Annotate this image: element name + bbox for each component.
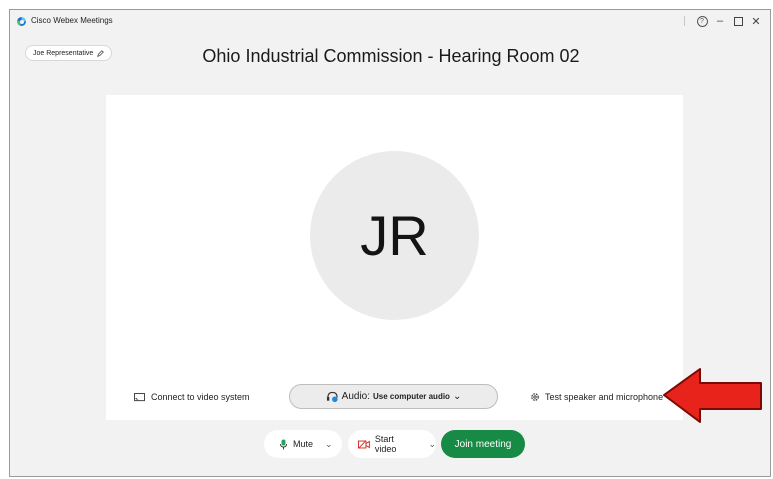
- mute-label: Mute: [293, 439, 314, 449]
- webex-window: Cisco Webex Meetings ? – ✕ Joe Represent…: [9, 9, 771, 477]
- maximize-icon: [733, 16, 743, 26]
- video-off-icon: [358, 439, 370, 449]
- gear-icon: [531, 393, 539, 401]
- mute-button[interactable]: Mute ⌄: [264, 430, 342, 458]
- avatar-initials: JR: [360, 204, 429, 267]
- help-button[interactable]: ?: [693, 13, 711, 29]
- cast-icon: [134, 392, 145, 401]
- meeting-title: Ohio Industrial Commission - Hearing Roo…: [202, 46, 580, 66]
- window-controls: ? – ✕: [684, 13, 765, 29]
- title-separator: [684, 16, 685, 26]
- connect-video-system-button[interactable]: Connect to video system: [134, 392, 250, 402]
- test-speaker-mic-button[interactable]: Test speaker and microphone: [530, 392, 663, 402]
- audio-prefix: Audio:: [341, 391, 371, 402]
- mute-options-chevron-icon[interactable]: ⌄: [325, 439, 333, 450]
- chevron-down-icon: ⌄: [452, 391, 462, 402]
- avatar: JR: [310, 151, 479, 320]
- minimize-button[interactable]: –: [711, 13, 729, 29]
- red-arrow-icon: [663, 368, 762, 423]
- start-video-button[interactable]: Start video ⌄: [348, 430, 436, 458]
- test-speaker-label: Test speaker and microphone: [545, 392, 664, 402]
- video-preview: JR Connect to video system Audio: Use co…: [106, 95, 683, 420]
- title-bar: Cisco Webex Meetings ? – ✕: [10, 10, 770, 34]
- video-options-chevron-icon[interactable]: ⌄: [428, 439, 436, 450]
- headset-icon: [326, 391, 338, 402]
- start-video-label: Start video: [374, 434, 397, 454]
- audio-select-button[interactable]: Audio: Use computer audio ⌄: [289, 384, 498, 409]
- close-icon: ✕: [751, 15, 761, 28]
- join-meeting-button[interactable]: Join meeting: [441, 430, 525, 458]
- help-icon: ?: [696, 15, 708, 27]
- close-button[interactable]: ✕: [747, 13, 765, 29]
- connect-label: Connect to video system: [151, 392, 250, 402]
- minimize-icon: –: [716, 15, 724, 27]
- app-title: Cisco Webex Meetings: [31, 16, 113, 25]
- microphone-icon: [280, 439, 287, 449]
- maximize-button[interactable]: [729, 13, 747, 29]
- join-meeting-label: Join meeting: [454, 438, 512, 450]
- webex-logo-icon: [17, 17, 26, 26]
- audio-value: Use computer audio: [373, 392, 450, 401]
